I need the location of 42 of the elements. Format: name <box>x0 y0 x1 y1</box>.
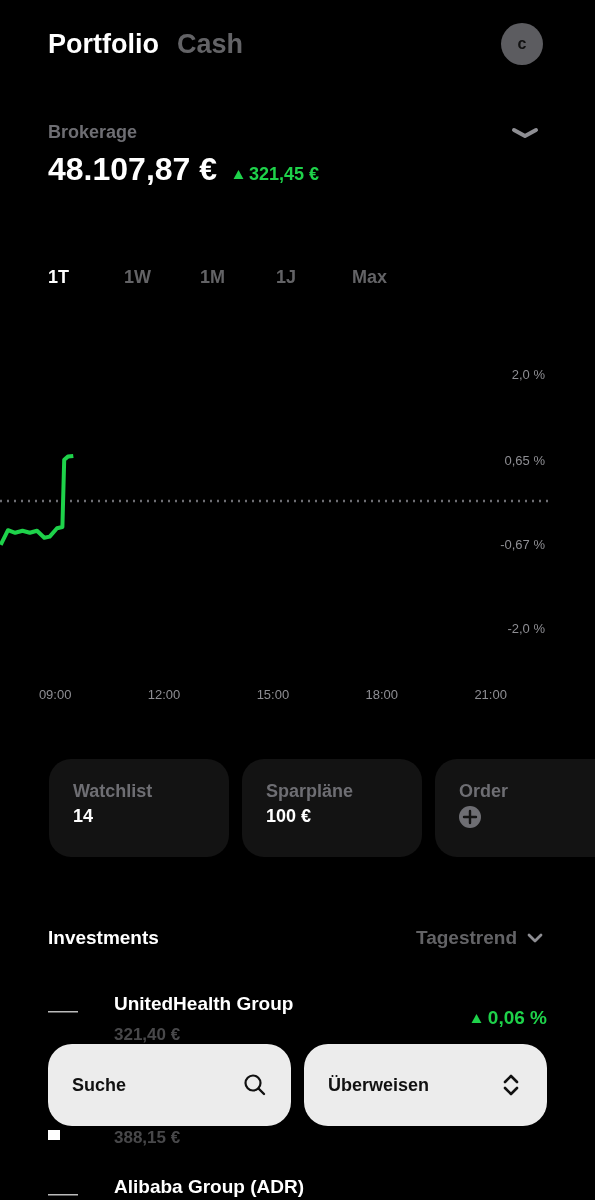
logo-icon <box>48 1130 60 1140</box>
search-button[interactable]: Suche <box>48 1044 291 1126</box>
stock-name: Alibaba Group (ADR) <box>114 1176 305 1198</box>
y-tick-label: 0,65 % <box>504 452 545 468</box>
card-label: Sparpläne <box>266 781 354 802</box>
y-tick-label: -0,67 % <box>500 536 545 552</box>
y-tick-label: -2,0 % <box>507 621 545 636</box>
header-tab[interactable]: Cash <box>177 28 243 60</box>
account-name: Brokerage <box>48 122 138 143</box>
transfer-button[interactable]: Überweisen <box>304 1044 547 1126</box>
x-tick-label: 18:00 <box>365 687 399 702</box>
stock-change: 0,06 % <box>487 1007 547 1029</box>
plus-icon[interactable] <box>459 806 481 828</box>
shortcut-card[interactable]: Watchlist 14 <box>49 759 229 857</box>
shortcut-card[interactable]: Sparpläne 100 € <box>242 759 422 857</box>
portfolio-value: 48.107,87 € <box>48 151 218 188</box>
period-tab[interactable]: 1W <box>124 267 200 291</box>
header-tab[interactable]: Portfolio <box>48 28 159 60</box>
x-tick-label: 12:00 <box>147 687 181 702</box>
x-tick-label: 21:00 <box>474 687 507 702</box>
stock-name: UnitedHealth Group <box>114 993 295 1015</box>
chevron-down-icon[interactable] <box>527 933 543 943</box>
stock-price: 321,40 € <box>114 1025 182 1045</box>
period-tab[interactable]: Max <box>352 267 428 291</box>
card-value: 100 € <box>266 806 312 827</box>
x-tick-label: 15:00 <box>256 687 290 702</box>
period-tab[interactable]: 1T <box>48 267 124 291</box>
chevron-down-icon[interactable] <box>511 126 539 139</box>
card-label: Order <box>459 781 509 802</box>
period-tab[interactable]: 1M <box>200 267 276 291</box>
period-tab[interactable]: 1J <box>276 267 352 291</box>
avatar[interactable]: c <box>501 23 543 65</box>
section-title: Investments <box>48 927 159 949</box>
x-tick-label: 09:00 <box>38 687 72 702</box>
card-label: Watchlist <box>73 781 153 802</box>
card-value: 14 <box>73 806 94 827</box>
shortcut-card[interactable]: Order <box>435 759 595 857</box>
y-tick-label: 2,0 % <box>511 367 545 382</box>
stock-price: 388,15 € <box>114 1128 182 1148</box>
value-change: 321,45 € <box>249 164 320 185</box>
sort-dropdown[interactable]: Tagestrend <box>416 927 517 949</box>
search-icon <box>243 1073 267 1097</box>
